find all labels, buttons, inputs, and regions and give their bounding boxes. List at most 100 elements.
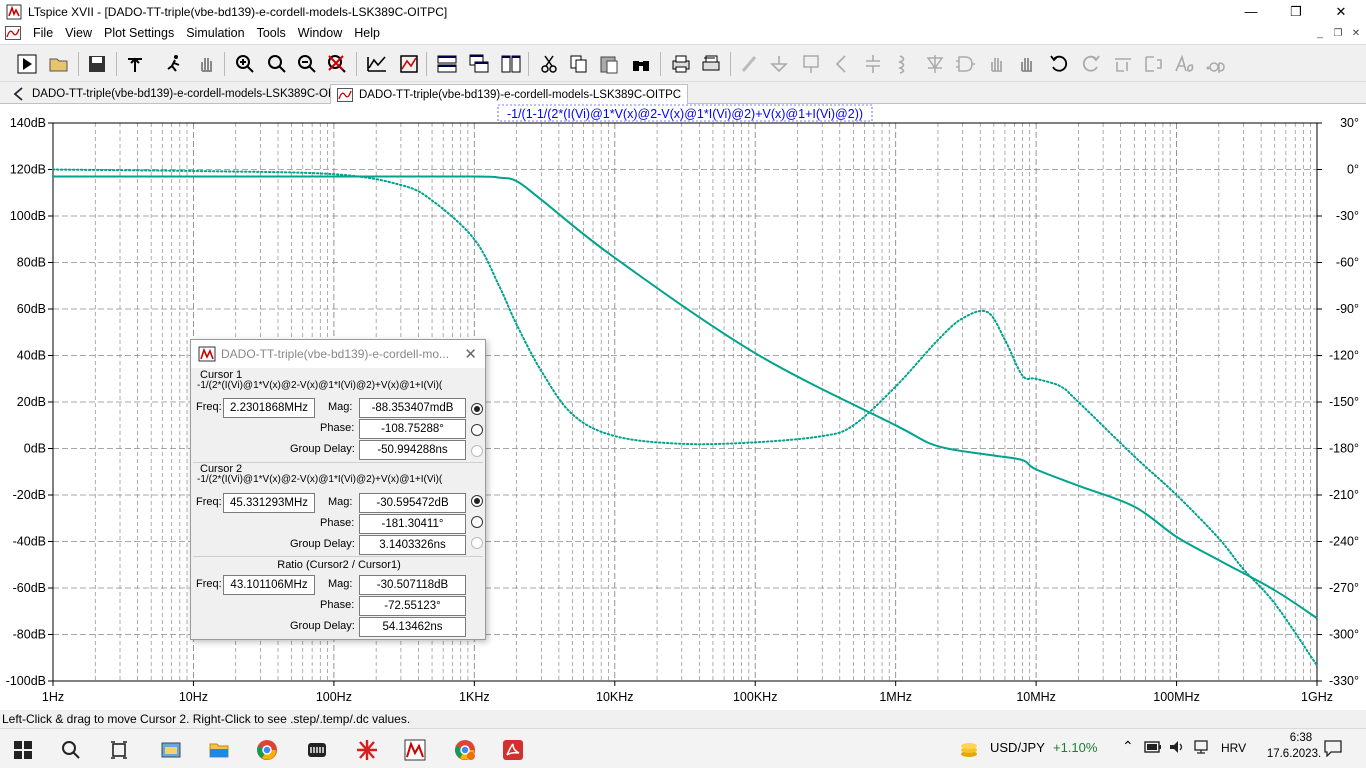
save-icon[interactable] — [84, 51, 110, 77]
label-icon[interactable] — [798, 51, 824, 77]
cursor1-group-delay-field[interactable]: -50.994288ns — [359, 440, 466, 460]
tile-vertical-icon[interactable] — [498, 51, 524, 77]
ratio-mag-field[interactable]: -30.507118dB — [359, 575, 466, 595]
cursor2-freq-field[interactable]: 45.331293MHz — [223, 493, 315, 513]
spice-directive-icon[interactable] — [1202, 51, 1228, 77]
ground-icon[interactable] — [766, 51, 792, 77]
resistor-icon[interactable] — [828, 51, 854, 77]
undo-icon[interactable] — [1046, 51, 1072, 77]
ltspice-icon[interactable] — [400, 735, 430, 765]
app-icon[interactable] — [302, 735, 332, 765]
cursor2-group-delay-field[interactable]: 3.1403326ns — [359, 535, 466, 555]
autorange-icon[interactable] — [364, 51, 390, 77]
ticker-symbol[interactable]: USD/JPY — [990, 740, 1045, 755]
paste-icon[interactable] — [596, 51, 622, 77]
cursor1-group-delay-radio[interactable] — [471, 445, 483, 457]
copy-icon[interactable] — [566, 51, 592, 77]
cursor1-mag-radio[interactable] — [471, 403, 483, 415]
tab-schematic[interactable]: DADO-TT-triple(vbe-bd139)-e-cordell-mode… — [4, 84, 360, 104]
restore-button[interactable]: ❐ — [1273, 0, 1319, 23]
menu-window[interactable]: Window — [292, 26, 348, 40]
zoom-in-icon[interactable] — [232, 51, 258, 77]
search-icon[interactable] — [56, 735, 86, 765]
drag-icon[interactable] — [1014, 51, 1040, 77]
capacitor-icon[interactable] — [860, 51, 886, 77]
tab-waveform[interactable]: DADO-TT-triple(vbe-bd139)-e-cordell-mode… — [330, 84, 689, 104]
pan-icon[interactable] — [194, 51, 220, 77]
close-button[interactable]: ✕ — [1318, 0, 1364, 23]
menu-help[interactable]: Help — [348, 26, 386, 40]
cursor1-mag-field[interactable]: -88.353407mdB — [359, 398, 466, 418]
y-tick-label-right: 30° — [1340, 116, 1359, 130]
find-icon[interactable] — [628, 51, 654, 77]
tile-horizontal-icon[interactable] — [434, 51, 460, 77]
inductor-icon[interactable] — [890, 51, 916, 77]
waveform-window-icon[interactable] — [5, 26, 21, 40]
start-icon[interactable] — [8, 735, 38, 765]
status-bar: Left-Click & drag to move Cursor 2. Righ… — [0, 710, 1366, 728]
cursor2-phase-radio[interactable] — [471, 516, 483, 528]
cursor1-phase-field[interactable]: -108.75288° — [359, 419, 466, 439]
weather-ticker-icon[interactable] — [954, 735, 984, 765]
volume-icon[interactable] — [1168, 739, 1186, 755]
halt-icon[interactable] — [162, 51, 188, 77]
tab-label: DADO-TT-triple(vbe-bd139)-e-cordell-mode… — [359, 88, 682, 101]
menu-tools[interactable]: Tools — [251, 26, 292, 40]
cursor-dialog[interactable]: DADO-TT-triple(vbe-bd139)-e-cordell-mo..… — [190, 339, 486, 640]
file-explorer-icon[interactable] — [156, 735, 186, 765]
redo-icon[interactable] — [1078, 51, 1104, 77]
zoom-area-icon[interactable] — [264, 51, 290, 77]
text-icon[interactable] — [1172, 51, 1198, 77]
mdi-close-button[interactable]: ✕ — [1347, 26, 1365, 40]
cut-icon[interactable] — [536, 51, 562, 77]
chrome-icon[interactable] — [252, 735, 282, 765]
cursor1-phase-radio[interactable] — [471, 424, 483, 436]
cursor1-freq-field[interactable]: 2.2301868MHz — [223, 398, 315, 418]
y-tick-label-left: 60dB — [17, 302, 46, 316]
ratio-freq-field[interactable]: 43.101106MHz — [223, 575, 315, 595]
chrome-profile-icon[interactable] — [450, 735, 480, 765]
ratio-group-delay-field[interactable]: 54.13462ns — [359, 617, 466, 637]
component-icon[interactable] — [952, 51, 978, 77]
print-icon[interactable] — [668, 51, 694, 77]
dialog-titlebar[interactable]: DADO-TT-triple(vbe-bd139)-e-cordell-mo..… — [191, 340, 485, 368]
run-icon[interactable] — [14, 51, 40, 77]
plot-settings-icon[interactable] — [396, 51, 422, 77]
cascade-icon[interactable] — [466, 51, 492, 77]
y-tick-label-left: 40dB — [17, 349, 46, 363]
network-icon[interactable] — [1192, 739, 1210, 755]
ratio-phase-field[interactable]: -72.55123° — [359, 596, 466, 616]
chevron-up-icon[interactable]: ⌃ — [1122, 738, 1134, 755]
control-panel-icon[interactable] — [122, 51, 148, 77]
zoom-out-icon[interactable] — [294, 51, 320, 77]
menu-plot-settings[interactable]: Plot Settings — [98, 26, 180, 40]
cursor2-mag-field[interactable]: -30.595472dB — [359, 493, 466, 513]
ltspice-schematic-icon[interactable] — [352, 735, 382, 765]
folder-icon[interactable] — [204, 735, 234, 765]
mirror-icon[interactable] — [1140, 51, 1166, 77]
menu-view[interactable]: View — [59, 26, 98, 40]
cursor2-phase-field[interactable]: -181.30411° — [359, 514, 466, 534]
open-icon[interactable] — [46, 51, 72, 77]
ticker-change[interactable]: +1.10% — [1053, 740, 1097, 755]
battery-icon[interactable] — [1144, 741, 1162, 753]
minimize-button[interactable]: — — [1228, 0, 1274, 23]
rotate-icon[interactable] — [1110, 51, 1136, 77]
zoom-cancel-icon[interactable] — [324, 51, 350, 77]
wire-icon[interactable] — [736, 51, 762, 77]
mdi-minimize-button[interactable]: _ — [1311, 26, 1329, 40]
mdi-restore-button[interactable]: ❐ — [1329, 26, 1347, 40]
move-icon[interactable] — [984, 51, 1010, 77]
acrobat-icon[interactable] — [498, 735, 528, 765]
diode-icon[interactable] — [922, 51, 948, 77]
menu-simulation[interactable]: Simulation — [180, 26, 250, 40]
cursor2-group-delay-radio[interactable] — [471, 537, 483, 549]
notification-icon[interactable] — [1323, 739, 1343, 758]
task-view-icon[interactable] — [104, 735, 134, 765]
tab-label: DADO-TT-triple(vbe-bd139)-e-cordell-mode… — [32, 88, 355, 100]
menu-file[interactable]: File — [27, 26, 59, 40]
cursor2-mag-radio[interactable] — [471, 495, 483, 507]
language-indicator[interactable]: HRV — [1221, 741, 1246, 755]
dialog-close-button[interactable]: ✕ — [464, 345, 477, 363]
print-setup-icon[interactable] — [698, 51, 724, 77]
